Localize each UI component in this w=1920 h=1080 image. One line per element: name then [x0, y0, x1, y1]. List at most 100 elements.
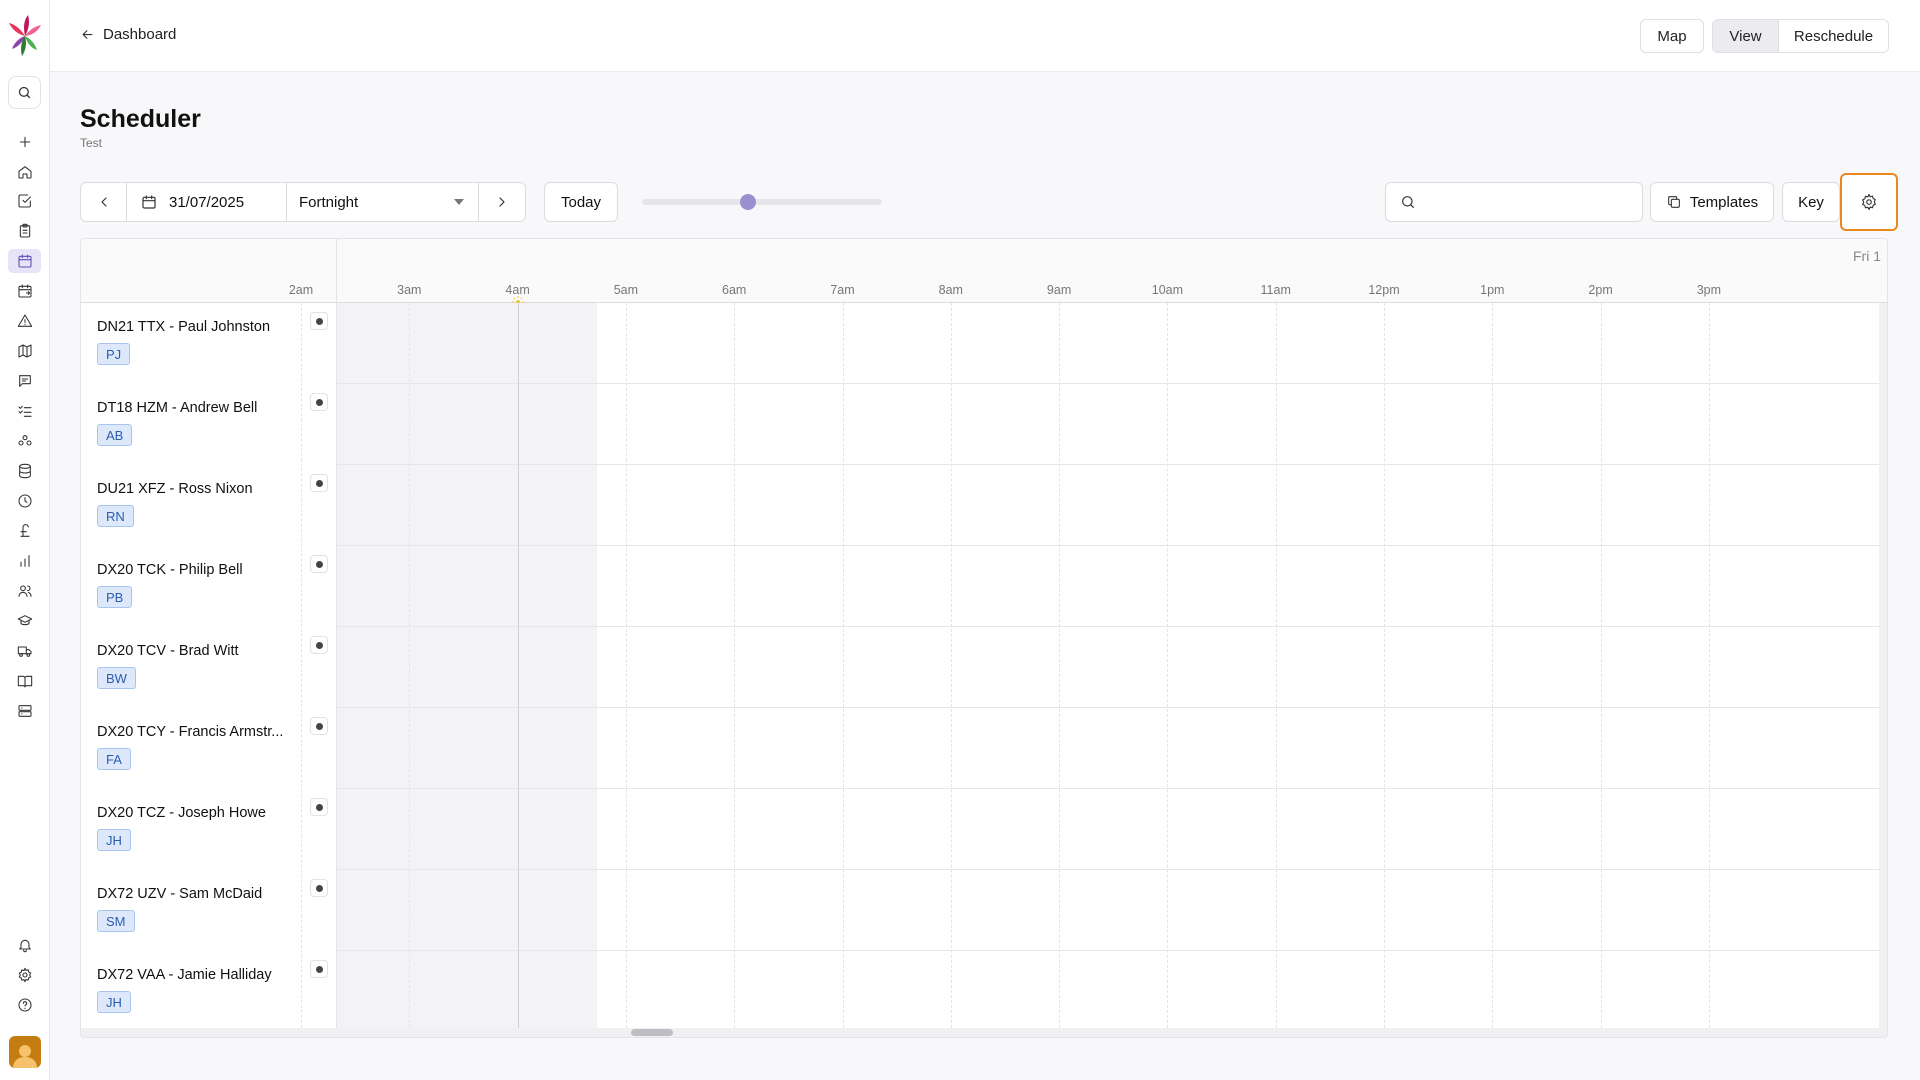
resource-name: DX20 TCZ - Joseph Howe: [97, 805, 266, 821]
sidebar-item-alerts[interactable]: [13, 309, 37, 333]
resource-initials-badge: PJ: [97, 343, 131, 365]
hour-gridline: [1492, 303, 1494, 1028]
back-to-dashboard-link[interactable]: Dashboard: [80, 26, 176, 43]
resource-status-toggle[interactable]: [310, 312, 328, 330]
calendar-icon: [142, 195, 156, 209]
scheduler-settings-button[interactable]: [1840, 173, 1898, 231]
key-button[interactable]: Key: [1782, 182, 1840, 222]
status-dot-icon: [315, 398, 323, 406]
reschedule-button[interactable]: Reschedule: [1778, 20, 1888, 52]
sidebar-notifications[interactable]: [13, 933, 37, 957]
bell-icon: [19, 939, 31, 953]
sidebar-item-messages[interactable]: [13, 369, 37, 393]
chevron-left-icon: [100, 197, 107, 207]
sidebar-search-button[interactable]: [8, 76, 41, 109]
sidebar-item-planner[interactable]: [13, 279, 37, 303]
hour-gridline: [301, 303, 302, 1028]
caret-down-icon: [454, 199, 464, 205]
book-icon: [17, 675, 33, 688]
horizontal-scrollbar[interactable]: [81, 1028, 1887, 1037]
date-picker[interactable]: 31/07/2025: [127, 183, 287, 221]
gear-icon: [1862, 193, 1876, 211]
sidebar-item-create[interactable]: [13, 130, 37, 154]
resource-row[interactable]: DX20 TCK - Philip Bell PB: [81, 546, 1887, 627]
resource-row[interactable]: DU21 XFZ - Ross Nixon RN: [81, 465, 1887, 546]
resource-initials-badge: RN: [97, 505, 134, 527]
sidebar-help[interactable]: [13, 993, 37, 1017]
copy-icon: [1667, 196, 1680, 208]
sidebar-item-map[interactable]: [13, 339, 37, 363]
resource-row[interactable]: DX20 TCZ - Joseph Howe JH: [81, 789, 1887, 870]
resource-row[interactable]: DN21 TTX - Paul Johnston PJ: [81, 303, 1887, 384]
sidebar-item-home[interactable]: [13, 160, 37, 184]
view-button[interactable]: View: [1713, 20, 1778, 52]
horizontal-scrollbar-thumb[interactable]: [631, 1029, 673, 1036]
resource-status-toggle[interactable]: [310, 393, 328, 411]
resource-status-toggle[interactable]: [310, 717, 328, 735]
resource-row[interactable]: DT18 HZM - Andrew Bell AB: [81, 384, 1887, 465]
sidebar-item-teams[interactable]: [13, 429, 37, 453]
zoom-slider[interactable]: [642, 194, 882, 210]
resource-label: DX20 TCK - Philip Bell PB: [81, 546, 337, 627]
sidebar-item-people[interactable]: [13, 579, 37, 603]
map-icon: [18, 344, 32, 358]
sidebar-item-scheduler[interactable]: [8, 249, 41, 273]
home-icon: [18, 166, 32, 179]
sidebar-item-checklists[interactable]: [13, 399, 37, 423]
sidebar-item-tasks[interactable]: [13, 189, 37, 213]
range-value: Fortnight: [299, 193, 359, 211]
status-dot-icon: [315, 641, 323, 649]
app-logo[interactable]: [6, 14, 44, 58]
resource-name: DX72 VAA - Jamie Halliday: [97, 967, 272, 983]
search-icon: [18, 86, 31, 99]
hour-label: 6am: [722, 283, 747, 297]
resource-row[interactable]: DX20 TCV - Brad Witt BW: [81, 627, 1887, 708]
resource-status-toggle[interactable]: [310, 960, 328, 978]
hour-gridline: [950, 303, 952, 1028]
resource-initials-badge: AB: [97, 424, 133, 446]
zoom-slider-thumb[interactable]: [739, 194, 756, 210]
sidebar-item-system[interactable]: [13, 699, 37, 723]
status-dot-icon: [315, 479, 323, 487]
resource-initials-badge: BW: [97, 667, 136, 689]
search-input[interactable]: [1426, 194, 1626, 210]
hour-label: 3am: [397, 283, 422, 297]
database-icon: [19, 463, 31, 479]
vertical-scrollbar[interactable]: [1879, 303, 1887, 1031]
resource-row[interactable]: DX72 VAA - Jamie Halliday JH: [81, 951, 1887, 1032]
resource-row[interactable]: DX20 TCY - Francis Armstr... FA: [81, 708, 1887, 789]
sidebar-item-fleet[interactable]: [13, 639, 37, 663]
previous-period-button[interactable]: [81, 183, 127, 221]
sidebar-item-library[interactable]: [13, 669, 37, 693]
list-check-icon: [18, 405, 32, 417]
templates-button[interactable]: Templates: [1650, 182, 1774, 222]
status-dot-icon: [315, 884, 323, 892]
resource-status-toggle[interactable]: [310, 636, 328, 654]
resource-status-toggle[interactable]: [310, 798, 328, 816]
next-period-button[interactable]: [479, 183, 525, 221]
user-avatar[interactable]: [9, 1036, 41, 1068]
sidebar-item-reports[interactable]: [13, 549, 37, 573]
sidebar-settings[interactable]: [13, 963, 37, 987]
pound-icon: [20, 524, 30, 537]
sidebar-item-training[interactable]: [13, 609, 37, 633]
resource-label: DX20 TCZ - Joseph Howe JH: [81, 789, 337, 870]
search-field[interactable]: [1385, 182, 1643, 222]
resource-status-toggle[interactable]: [310, 879, 328, 897]
sidebar-item-data[interactable]: [13, 459, 37, 483]
sidebar-item-finance[interactable]: [13, 519, 37, 543]
status-dot-icon: [315, 722, 323, 730]
resource-status-toggle[interactable]: [310, 555, 328, 573]
resource-row[interactable]: DX72 UZV - Sam McDaid SM: [81, 870, 1887, 951]
chevron-right-icon: [499, 197, 505, 207]
server-icon: [18, 705, 32, 717]
today-button[interactable]: Today: [544, 182, 618, 222]
hour-label: 1pm: [1480, 283, 1505, 297]
sidebar-item-jobs[interactable]: [13, 219, 37, 243]
range-select[interactable]: Fortnight: [287, 183, 479, 221]
map-button[interactable]: Map: [1640, 19, 1704, 53]
resource-initials-badge: FA: [97, 748, 131, 770]
resource-status-toggle[interactable]: [310, 474, 328, 492]
sidebar-item-timesheets[interactable]: [13, 489, 37, 513]
resource-label: DU21 XFZ - Ross Nixon RN: [81, 465, 337, 546]
